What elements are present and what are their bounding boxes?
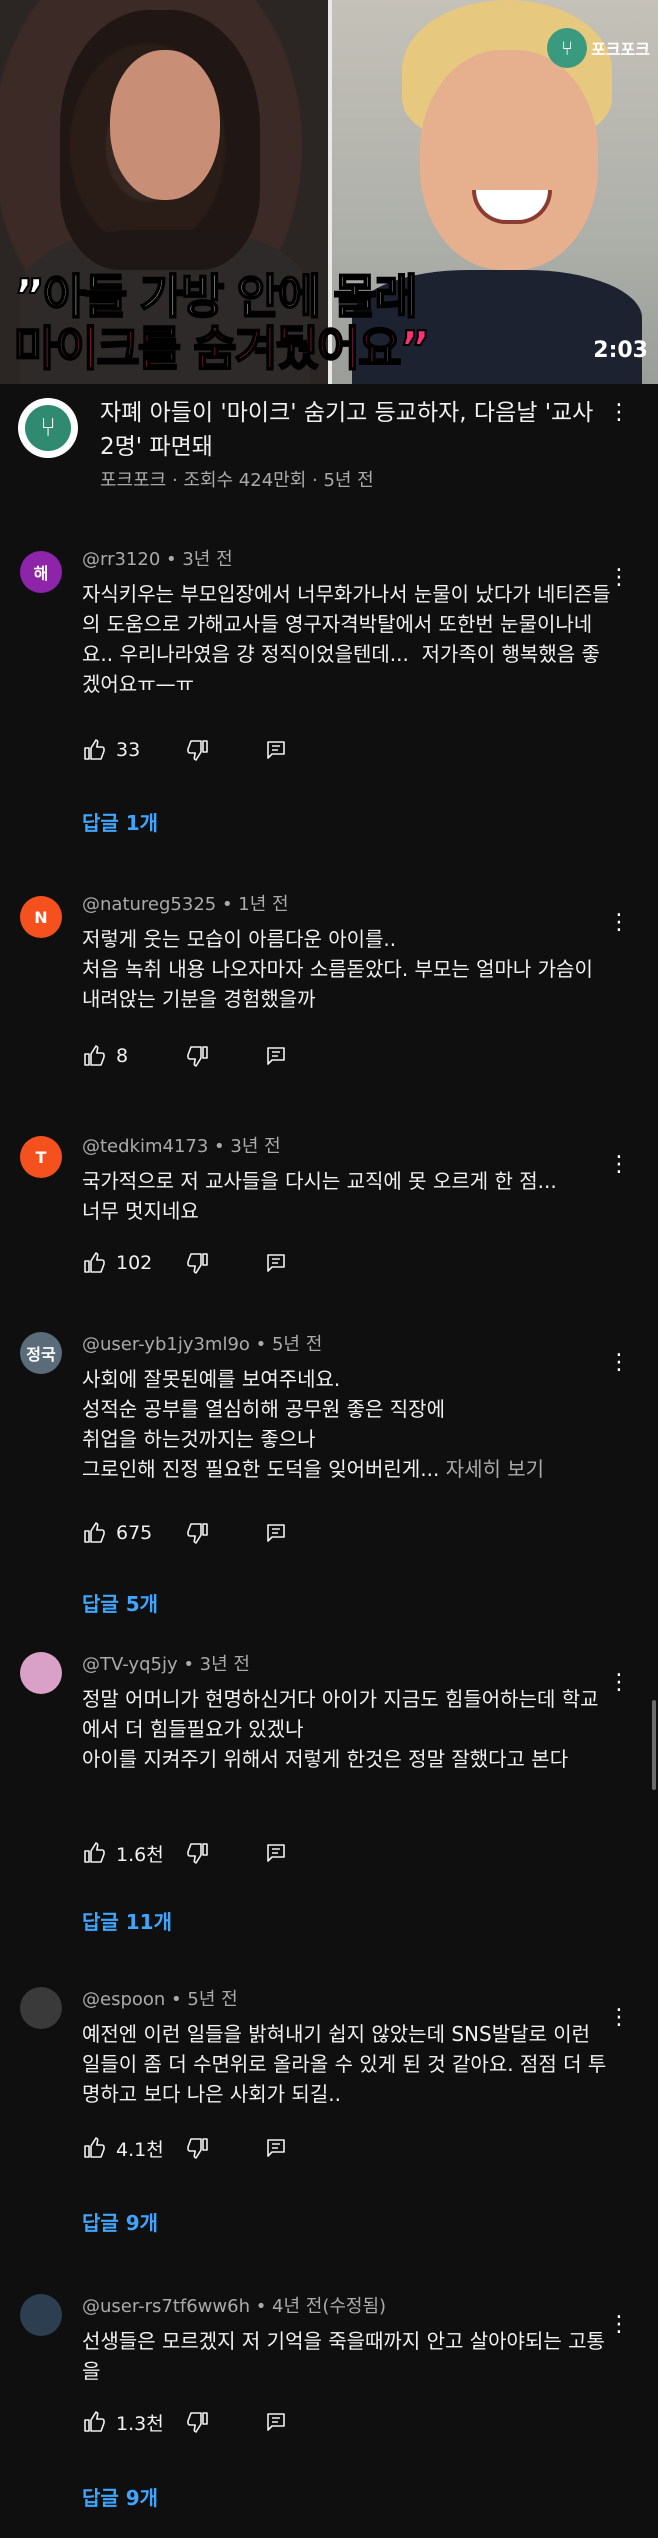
commenter-avatar[interactable]: 해 bbox=[20, 551, 62, 593]
reply-icon[interactable] bbox=[264, 1841, 288, 1865]
video-title[interactable]: 자폐 아들이 '마이크' 숨기고 등교하자, 다음날 '교사 2명' 파면돼 bbox=[100, 396, 605, 464]
comment-text: 예전엔 이런 일들을 밝혀내기 쉽지 않았는데 SNS발달로 이런 일들이 좀 … bbox=[82, 2022, 607, 2106]
dislike-icon[interactable] bbox=[186, 738, 210, 762]
comment-author-time[interactable]: @espoon • 5년 전 bbox=[82, 1985, 238, 2011]
comment-actions: 102 bbox=[82, 1250, 288, 1276]
comment-author-time[interactable]: @natureg5325 • 1년 전 bbox=[82, 890, 289, 916]
dislike-icon[interactable] bbox=[186, 1521, 210, 1545]
dislike-icon[interactable] bbox=[186, 2410, 210, 2434]
like-icon[interactable] bbox=[82, 1251, 106, 1275]
comment-author-time[interactable]: @TV-yq5jy • 3년 전 bbox=[82, 1650, 250, 1676]
comment-text: 자식키우는 부모입장에서 너무화가나서 눈물이 났다가 네티즌들의 도움으로 가… bbox=[82, 582, 611, 696]
thumbnail-caption-line2: 마이크를 숨겨뒀어요” bbox=[13, 321, 431, 378]
comment-actions: 8 bbox=[82, 1043, 288, 1069]
comment-text: 사회에 잘못된예를 보여주네요. 성적순 공부를 열심히해 공무원 좋은 직장에… bbox=[82, 1367, 545, 1481]
reply-icon[interactable] bbox=[264, 2136, 288, 2160]
commenter-avatar[interactable] bbox=[20, 1652, 62, 1694]
comment-actions: 1.3천 bbox=[82, 2409, 288, 2435]
like-count: 675 bbox=[116, 1522, 153, 1544]
like-icon[interactable] bbox=[82, 1521, 106, 1545]
like-count: 102 bbox=[116, 1252, 153, 1274]
commenter-avatar[interactable]: 정국 bbox=[20, 1332, 62, 1374]
channel-avatar[interactable]: ⑂ bbox=[18, 398, 78, 458]
comment-text: 선생들은 모르겠지 저 기억을 죽을때까지 안고 살아야되는 고통을 bbox=[82, 2329, 605, 2383]
video-info: ⑂ 자폐 아들이 '마이크' 숨기고 등교하자, 다음날 '교사 2명' 파면돼… bbox=[0, 396, 658, 506]
dislike-icon[interactable] bbox=[186, 1044, 210, 1068]
scrollbar[interactable] bbox=[652, 1700, 656, 1790]
comment-text: 저렇게 웃는 모습이 아름다운 아이를.. 처음 녹취 내용 나오자마자 소름돋… bbox=[82, 927, 593, 1011]
channel-badge-label: 포크포크 bbox=[591, 40, 650, 59]
comment-actions: 675 bbox=[82, 1520, 288, 1546]
view-replies-button[interactable]: 답글 11개 bbox=[82, 1906, 172, 1935]
view-replies-button[interactable]: 답글 9개 bbox=[82, 2207, 158, 2236]
reply-icon[interactable] bbox=[264, 2410, 288, 2434]
comment-author-time[interactable]: @user-yb1jy3ml9o • 5년 전 bbox=[82, 1330, 322, 1356]
more-options-icon[interactable]: ⋮ bbox=[608, 400, 630, 425]
like-icon[interactable] bbox=[82, 1044, 106, 1068]
fork-icon: ⑂ bbox=[547, 28, 588, 68]
like-icon[interactable] bbox=[82, 2410, 106, 2434]
reply-icon[interactable] bbox=[264, 1251, 288, 1275]
like-count: 1.3천 bbox=[116, 2412, 164, 2435]
commenter-avatar[interactable] bbox=[20, 2294, 62, 2336]
comment-text: 정말 어머니가 현명하신거다 아이가 지금도 힘들어하는데 학교에서 더 힘들필… bbox=[82, 1687, 599, 1771]
like-count: 33 bbox=[116, 739, 141, 761]
reply-icon[interactable] bbox=[264, 1521, 288, 1545]
like-icon[interactable] bbox=[82, 1841, 106, 1865]
comment-author-time[interactable]: @user-rs7tf6ww6h • 4년 전(수정됨) bbox=[82, 2292, 386, 2318]
dislike-icon[interactable] bbox=[186, 1841, 210, 1865]
fork-icon: ⑂ bbox=[25, 405, 71, 451]
reply-icon[interactable] bbox=[264, 1044, 288, 1068]
video-duration: 2:03 bbox=[593, 338, 648, 363]
read-more-link[interactable]: 자세히 보기 bbox=[439, 1457, 544, 1481]
commenter-avatar[interactable]: T bbox=[20, 1136, 62, 1178]
like-icon[interactable] bbox=[82, 2136, 106, 2160]
view-replies-button[interactable]: 답글 1개 bbox=[82, 807, 158, 836]
channel-badge: ⑂ 포크포크 bbox=[547, 28, 650, 68]
comment-author-time[interactable]: @rr3120 • 3년 전 bbox=[82, 545, 233, 571]
comment-actions: 4.1천 bbox=[82, 2135, 288, 2161]
comment-author-time[interactable]: @tedkim4173 • 3년 전 bbox=[82, 1132, 281, 1158]
video-thumbnail[interactable]: ⑂ 포크포크 ”아들 가방 안에 몰래 마이크를 숨겨뒀어요” 2:03 bbox=[0, 0, 658, 384]
dislike-icon[interactable] bbox=[186, 1251, 210, 1275]
view-replies-button[interactable]: 답글 9개 bbox=[82, 2482, 158, 2511]
video-meta: 포크포크 · 조회수 424만회 · 5년 전 bbox=[100, 470, 374, 491]
dislike-icon[interactable] bbox=[186, 2136, 210, 2160]
reply-icon[interactable] bbox=[264, 738, 288, 762]
like-count: 8 bbox=[116, 1045, 129, 1067]
like-count: 1.6천 bbox=[116, 1843, 164, 1866]
view-replies-button[interactable]: 답글 5개 bbox=[82, 1588, 158, 1617]
comment-actions: 33 bbox=[82, 737, 288, 763]
commenter-avatar[interactable]: N bbox=[20, 896, 62, 938]
commenter-avatar[interactable] bbox=[20, 1987, 62, 2029]
comment-actions: 1.6천 bbox=[82, 1840, 288, 1866]
like-count: 4.1천 bbox=[116, 2138, 164, 2161]
like-icon[interactable] bbox=[82, 738, 106, 762]
comment-text: 국가적으로 저 교사들을 다시는 교직에 못 오르게 한 점... 너무 멋지네… bbox=[82, 1169, 557, 1223]
